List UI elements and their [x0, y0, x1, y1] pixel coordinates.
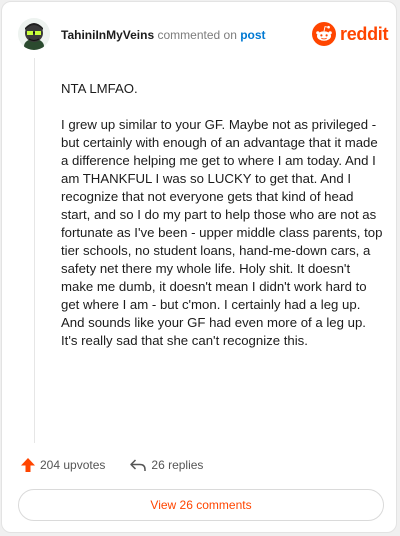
comment-body: NTA LMFAO. I grew up similar to your GF.… [61, 80, 383, 368]
snoo-avatar-icon [18, 18, 50, 50]
comment-paragraph: NTA LMFAO. [61, 81, 138, 96]
comment-header: TahiniInMyVeins commented on post [61, 28, 266, 42]
comment-paragraph: I grew up similar to your GF. Maybe not … [61, 117, 383, 348]
reddit-wordmark: reddit [340, 23, 389, 44]
reddit-logo-icon [312, 22, 336, 46]
reply-button[interactable]: 26 replies [129, 457, 203, 473]
upvote-arrow-icon [21, 458, 35, 472]
upvote-button[interactable]: 204 upvotes [20, 457, 105, 473]
post-link[interactable]: post [240, 28, 265, 42]
username-link[interactable]: TahiniInMyVeins [61, 28, 154, 42]
reply-count: 26 replies [151, 458, 204, 472]
avatar[interactable] [18, 18, 50, 50]
reddit-logo[interactable]: reddit [312, 22, 389, 46]
view-comments-button[interactable]: View 26 comments [18, 489, 384, 521]
comment-actions: 204 upvotes 26 replies [20, 456, 203, 474]
commented-on-label: commented on [157, 28, 237, 42]
comment-card: TahiniInMyVeins commented on post reddit… [1, 1, 397, 533]
thread-line [34, 58, 35, 443]
upvote-count: 204 upvotes [40, 458, 106, 472]
reply-arrow-icon [130, 459, 147, 471]
